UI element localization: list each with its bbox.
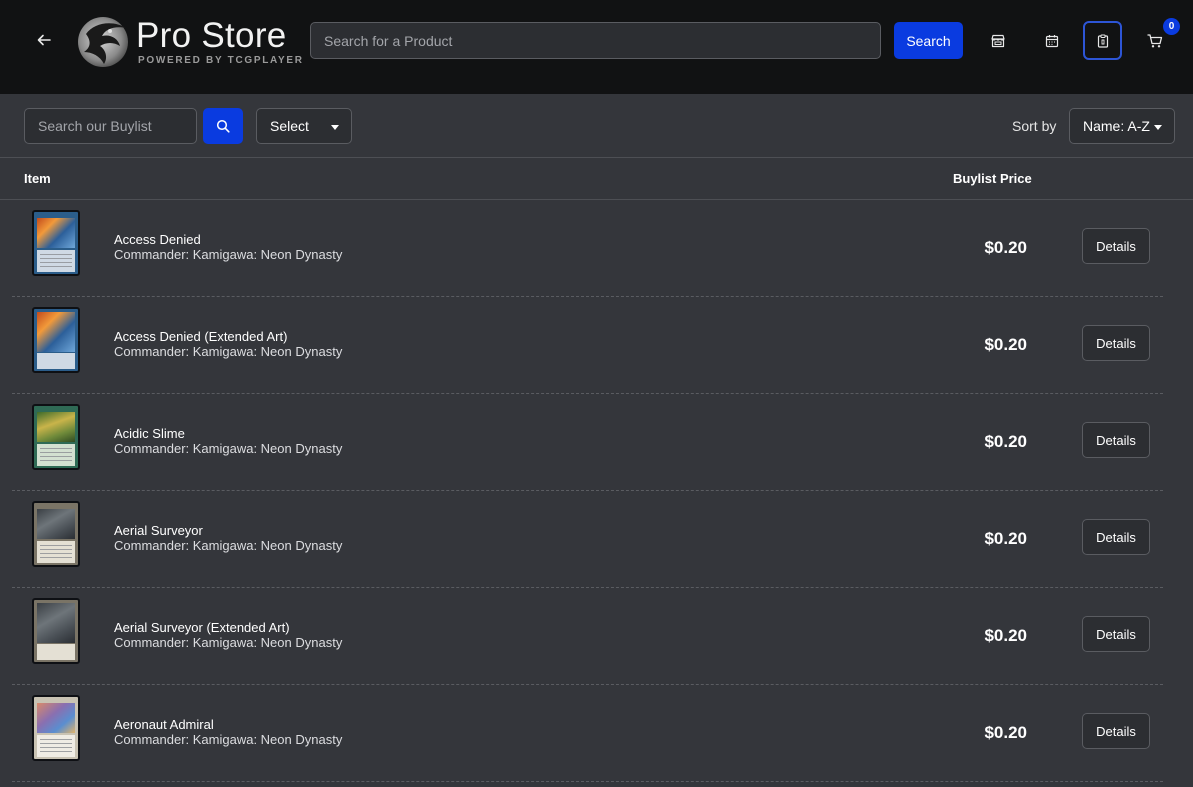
column-header-item: Item: [24, 171, 51, 186]
search-icon: [216, 119, 230, 133]
table-row: Aerial Surveyor Commander: Kamigawa: Neo…: [0, 491, 1193, 588]
details-button[interactable]: Details: [1082, 228, 1150, 264]
table-row: Access Denied (Extended Art) Commander: …: [0, 297, 1193, 394]
sort-select[interactable]: Name: A-Z: [1069, 108, 1175, 144]
card-name: Aeronaut Admiral: [114, 717, 214, 732]
category-select-label: Select: [270, 118, 309, 134]
card-thumbnail[interactable]: [32, 404, 80, 470]
buylist-price: $0.20: [984, 723, 1027, 742]
clipboard-icon: [1097, 34, 1108, 48]
table-row: Acidic Slime Commander: Kamigawa: Neon D…: [0, 394, 1193, 491]
dragon-logo-icon: [78, 17, 128, 67]
events-button[interactable]: [1032, 21, 1071, 60]
table-row: Access Denied Commander: Kamigawa: Neon …: [0, 200, 1193, 297]
back-arrow-icon: [37, 34, 51, 46]
card-set: Commander: Kamigawa: Neon Dynasty: [114, 732, 343, 747]
details-button[interactable]: Details: [1082, 616, 1150, 652]
buylist-button[interactable]: [1083, 21, 1122, 60]
card-thumbnail[interactable]: [32, 598, 80, 664]
card-set: Commander: Kamigawa: Neon Dynasty: [114, 635, 343, 650]
logo-subtitle: POWERED BY TCGPLAYER: [138, 55, 304, 66]
details-button[interactable]: Details: [1082, 713, 1150, 749]
sort-select-value: Name: A-Z: [1083, 118, 1150, 134]
card-thumbnail[interactable]: [32, 501, 80, 567]
buylist-search-input[interactable]: [24, 108, 197, 144]
buylist-price: $0.20: [984, 238, 1027, 257]
buylist-price: $0.20: [984, 626, 1027, 645]
table-row: Aeronaut Admiral Commander: Kamigawa: Ne…: [0, 685, 1193, 782]
buylist-search-button[interactable]: [203, 108, 243, 144]
card-set: Commander: Kamigawa: Neon Dynasty: [114, 344, 343, 359]
details-button[interactable]: Details: [1082, 325, 1150, 361]
store-button[interactable]: [978, 21, 1017, 60]
buylist-price: $0.20: [984, 335, 1027, 354]
card-thumbnail[interactable]: [32, 210, 80, 276]
card-name: Aerial Surveyor (Extended Art): [114, 620, 290, 635]
card-set: Commander: Kamigawa: Neon Dynasty: [114, 538, 343, 553]
chevron-down-icon: [331, 125, 339, 130]
details-button[interactable]: Details: [1082, 422, 1150, 458]
card-name: Aerial Surveyor: [114, 523, 203, 538]
card-set: Commander: Kamigawa: Neon Dynasty: [114, 247, 343, 262]
card-name: Acidic Slime: [114, 426, 185, 441]
buylist-price: $0.20: [984, 529, 1027, 548]
top-header: Pro Store POWERED BY TCGPLAYER Search fo…: [0, 0, 1193, 94]
card-name: Access Denied (Extended Art): [114, 329, 288, 344]
cart-count-badge: 0: [1163, 18, 1180, 35]
back-button[interactable]: [30, 26, 58, 54]
table-row: Aerial Surveyor (Extended Art) Commander…: [0, 588, 1193, 685]
sort-label: Sort by: [1012, 118, 1057, 134]
card-thumbnail[interactable]: [32, 695, 80, 761]
chevron-down-icon: [1154, 125, 1162, 130]
category-select[interactable]: Select: [256, 108, 352, 144]
card-name: Access Denied: [114, 232, 201, 247]
search-button[interactable]: Search: [894, 22, 963, 59]
column-header-price: Buylist Price: [953, 171, 1032, 186]
divider: [0, 157, 1193, 158]
logo-title: Pro Store: [136, 16, 287, 55]
store-logo[interactable]: Pro Store POWERED BY TCGPLAYER: [76, 14, 302, 70]
store-icon: [990, 34, 1005, 47]
product-search-input[interactable]: [310, 22, 881, 59]
card-thumbnail[interactable]: [32, 307, 80, 373]
buylist-price: $0.20: [984, 432, 1027, 451]
cart-icon: [1146, 33, 1162, 47]
card-set: Commander: Kamigawa: Neon Dynasty: [114, 441, 343, 456]
details-button[interactable]: Details: [1082, 519, 1150, 555]
calendar-icon: [1045, 34, 1058, 47]
